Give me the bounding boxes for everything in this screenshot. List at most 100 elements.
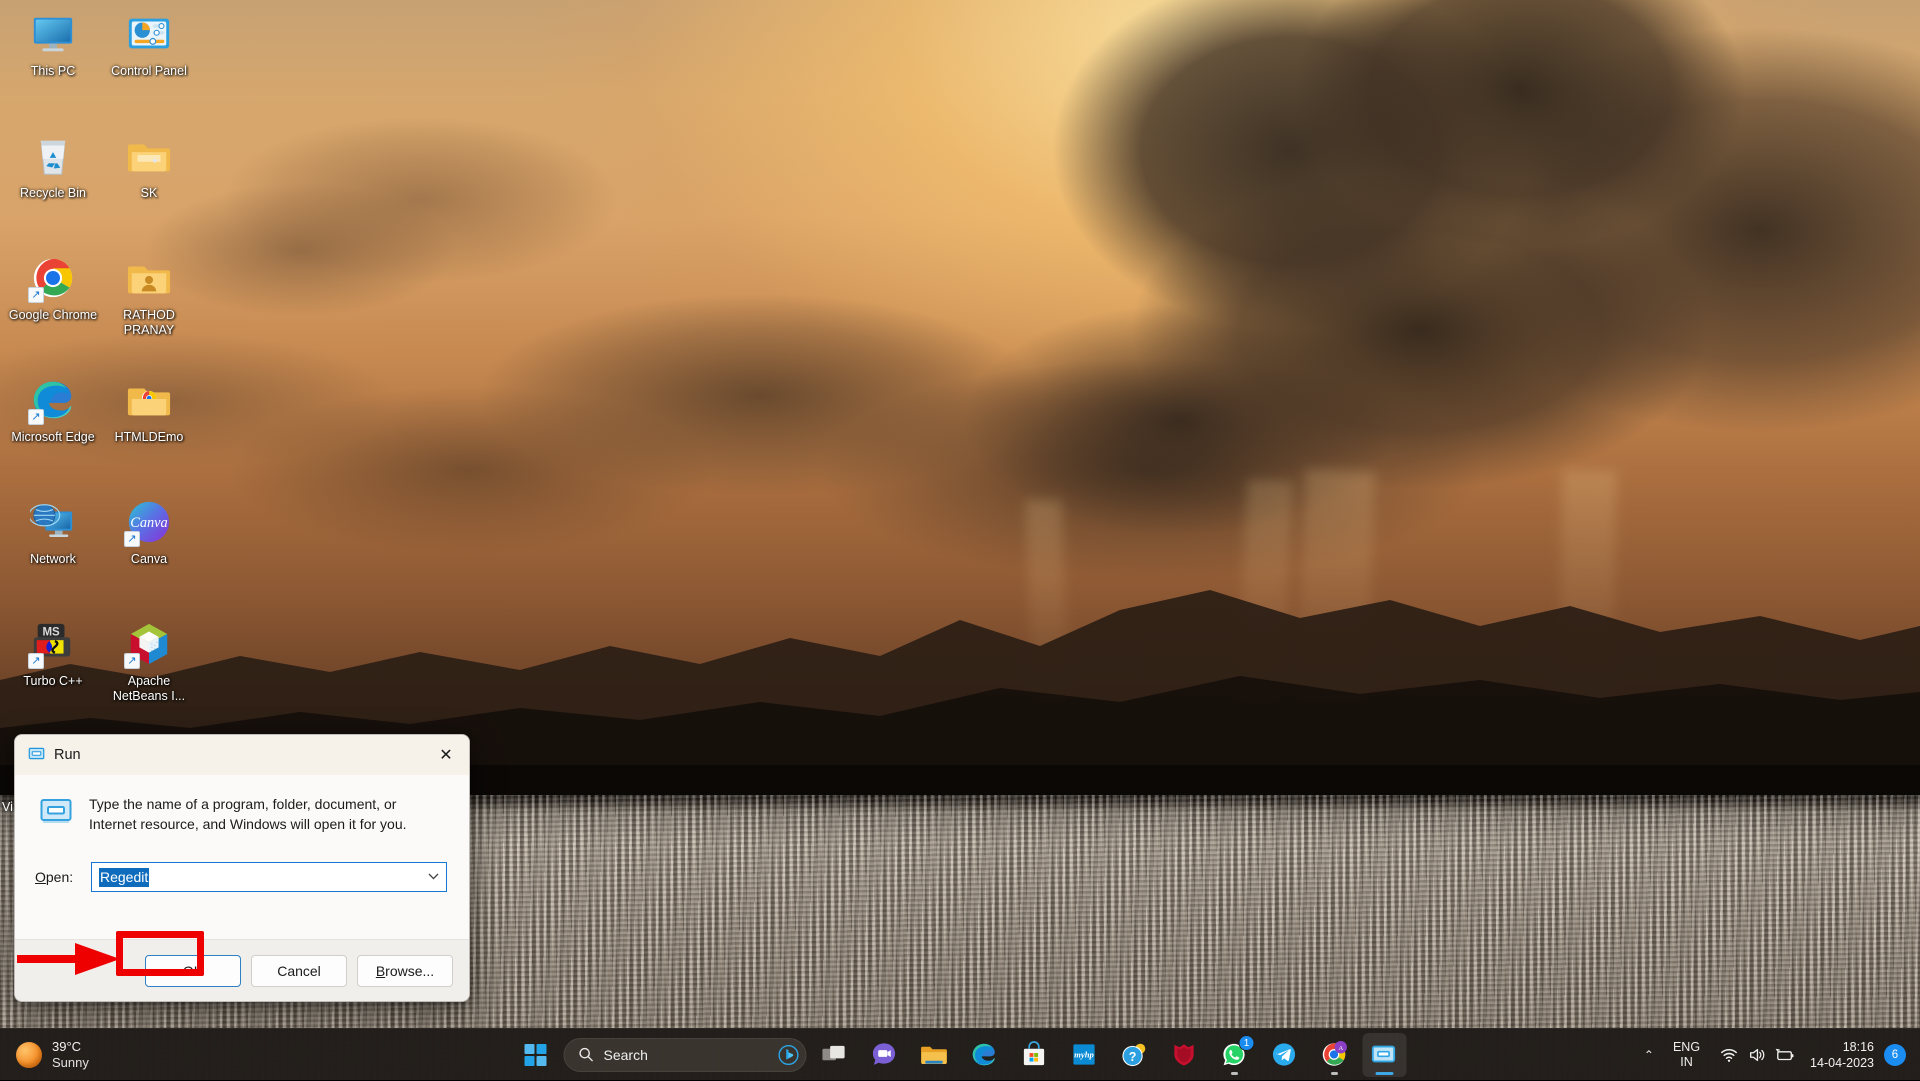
netbeans-icon: ↗ (125, 620, 173, 668)
shortcut-overlay-icon: ↗ (124, 531, 140, 547)
taskbar-app-telegram[interactable] (1263, 1033, 1307, 1077)
ok-button[interactable]: OK (145, 955, 241, 987)
weather-temperature: 39°C (52, 1039, 89, 1055)
desktop-icon-htmldemo[interactable]: HTMLDEmo (102, 370, 196, 492)
teams-chat-icon (871, 1041, 899, 1069)
clock[interactable]: 18:16 14-04-2023 (1804, 1039, 1884, 1071)
desktop-icon-network[interactable]: Network (6, 492, 100, 614)
run-icon (1371, 1041, 1399, 1069)
svg-text:A: A (1338, 1045, 1343, 1052)
chevron-down-icon[interactable] (428, 871, 439, 883)
show-hidden-icons-chevron-icon[interactable]: ⌃ (1635, 1035, 1663, 1075)
desktop-icon-label: HTMLDEmo (115, 430, 184, 445)
run-dialog-description: Type the name of a program, folder, docu… (89, 793, 435, 834)
desktop-icon-label: SK (141, 186, 158, 201)
taskbar-app-microsoft-teams[interactable] (863, 1033, 907, 1077)
close-icon[interactable]: ✕ (423, 735, 469, 775)
desktop-icon-apache-netbeans[interactable]: ↗ Apache NetBeans I... (102, 614, 196, 736)
desktop-icon-label: Turbo C++ (23, 674, 82, 689)
desktop[interactable]: This PC Control Panel (0, 0, 1920, 1080)
taskbar-app-microsoft-store[interactable] (1013, 1033, 1057, 1077)
desktop-icon-turbo-cpp[interactable]: MS ↗ Turbo C++ (6, 614, 100, 736)
run-open-input-value[interactable]: Regedit (99, 868, 149, 887)
telegram-icon (1271, 1041, 1299, 1069)
run-dialog-footer: OK Cancel Browse... (15, 939, 469, 1001)
run-dialog-titlebar[interactable]: Run ✕ (15, 735, 469, 775)
system-tray[interactable]: ⌃ ENG IN (1635, 1029, 1920, 1081)
taskbar-app-myhp[interactable]: myhp (1063, 1033, 1107, 1077)
file-explorer-icon (921, 1041, 949, 1069)
sunny-weather-icon (16, 1042, 42, 1068)
desktop-icon-microsoft-edge[interactable]: ↗ Microsoft Edge (6, 370, 100, 492)
edge-icon: ↗ (29, 376, 77, 424)
desktop-icon-label: Apache NetBeans I... (103, 674, 195, 704)
user-folder-icon (125, 254, 173, 302)
language-line-1: ENG (1673, 1040, 1700, 1055)
volume-icon[interactable] (1744, 1042, 1770, 1068)
chrome-icon: ↗ (29, 254, 77, 302)
canva-icon: Canva ↗ (125, 498, 173, 546)
run-large-icon (39, 793, 73, 834)
whatsapp-notification-badge: 1 (1239, 1035, 1255, 1051)
taskbar-app-get-help[interactable]: ? (1113, 1033, 1157, 1077)
taskbar-app-run[interactable] (1363, 1033, 1407, 1077)
taskbar-app-file-explorer[interactable] (913, 1033, 957, 1077)
folder-icon (125, 132, 173, 180)
shortcut-overlay-icon: ↗ (28, 653, 44, 669)
start-button[interactable] (514, 1033, 558, 1077)
task-view-icon (821, 1041, 849, 1069)
weather-widget[interactable]: 39°C Sunny (0, 1033, 150, 1077)
run-dialog[interactable]: Run ✕ Type the name of a program, folder… (14, 734, 470, 1002)
desktop-icon-recycle-bin[interactable]: Recycle Bin (6, 126, 100, 248)
desktop-icon-label: Recycle Bin (20, 186, 86, 201)
desktop-icon-grid[interactable]: This PC Control Panel (6, 4, 206, 736)
taskbar-app-microsoft-edge[interactable] (963, 1033, 1007, 1077)
desktop-icon-canva[interactable]: Canva ↗ Canva (102, 492, 196, 614)
taskbar-app-task-view[interactable] (813, 1033, 857, 1077)
chrome-folder-icon (125, 376, 173, 424)
control-panel-icon (125, 10, 173, 58)
taskbar-app-mcafee[interactable] (1163, 1033, 1207, 1077)
taskbar-center-group[interactable]: Search (514, 1029, 1407, 1081)
search-input[interactable]: Search (564, 1038, 807, 1072)
desktop-icon-control-panel[interactable]: Control Panel (102, 4, 196, 126)
mcafee-icon (1171, 1041, 1199, 1069)
desktop-icon-label: Canva (131, 552, 167, 567)
taskbar-app-google-chrome[interactable]: A (1313, 1033, 1357, 1077)
partially-hidden-desktop-label: Vi (2, 800, 13, 814)
desktop-icon-label: RATHOD PRANAY (103, 308, 195, 338)
network-icon (29, 498, 77, 546)
desktop-icon-sk[interactable]: SK (102, 126, 196, 248)
get-help-icon: ? (1121, 1041, 1149, 1069)
wifi-icon[interactable] (1716, 1042, 1742, 1068)
shortcut-overlay-icon: ↗ (124, 653, 140, 669)
monitor-icon (29, 10, 77, 58)
desktop-icon-google-chrome[interactable]: ↗ Google Chrome (6, 248, 100, 370)
taskbar-app-whatsapp[interactable]: 1 (1213, 1033, 1257, 1077)
language-line-2: IN (1673, 1055, 1700, 1070)
desktop-icon-this-pc[interactable]: This PC (6, 4, 100, 126)
run-open-combobox[interactable]: Regedit (91, 862, 447, 892)
run-open-label: Open: (35, 869, 91, 885)
cancel-button[interactable]: Cancel (251, 955, 347, 987)
notification-badge[interactable]: 6 (1884, 1044, 1906, 1066)
run-dialog-title: Run (54, 747, 81, 763)
microsoft-store-icon (1021, 1041, 1049, 1069)
windows-logo-icon (525, 1044, 547, 1066)
quick-settings-group[interactable] (1710, 1042, 1804, 1068)
desktop-icon-label: Network (30, 552, 76, 567)
bing-chat-icon[interactable] (776, 1042, 802, 1068)
search-placeholder: Search (604, 1047, 776, 1063)
edge-icon (971, 1041, 999, 1069)
svg-text:Canva: Canva (130, 515, 168, 531)
taskbar[interactable]: 39°C Sunny Search (0, 1028, 1920, 1080)
browse-button[interactable]: Browse... (357, 955, 453, 987)
desktop-icon-label: This PC (31, 64, 75, 79)
desktop-icon-label: Control Panel (111, 64, 187, 79)
battery-icon[interactable] (1772, 1042, 1798, 1068)
clock-date: 14-04-2023 (1810, 1055, 1874, 1071)
language-indicator[interactable]: ENG IN (1663, 1040, 1710, 1070)
shortcut-overlay-icon: ↗ (28, 287, 44, 303)
run-window-icon (28, 745, 45, 765)
desktop-icon-rathod-pranay[interactable]: RATHOD PRANAY (102, 248, 196, 370)
